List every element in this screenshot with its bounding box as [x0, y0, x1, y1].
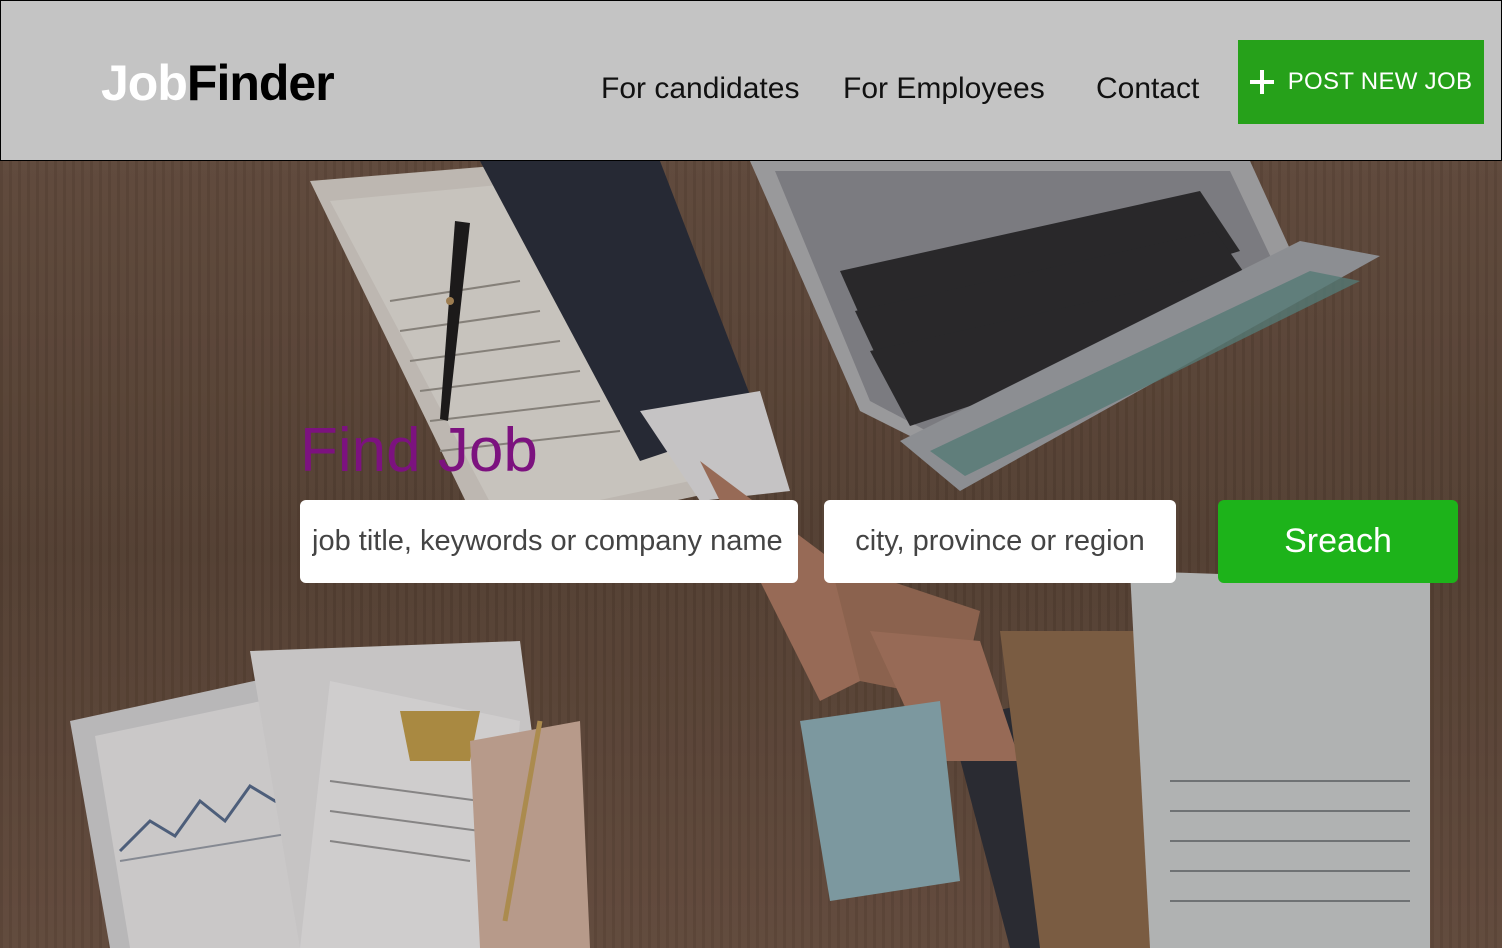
logo-finder-text: Finder	[186, 55, 335, 111]
nav-link-contact[interactable]: Contact	[1096, 71, 1199, 107]
hero-title: Find Job	[300, 416, 538, 485]
site-logo[interactable]: JobFinder	[101, 55, 335, 111]
hero-section: Find Job Sreach	[0, 161, 1502, 948]
nav-link-candidates[interactable]: For candidates	[601, 71, 799, 107]
site-header: JobFinder For candidates For Employees C…	[0, 0, 1502, 161]
post-new-job-label: POST NEW JOB	[1287, 68, 1473, 95]
search-button[interactable]: Sreach	[1218, 500, 1458, 583]
post-new-job-button[interactable]: POST NEW JOB	[1238, 40, 1484, 124]
location-search-input[interactable]	[824, 500, 1176, 583]
logo-job-text: Job	[101, 55, 188, 111]
plus-icon	[1249, 70, 1274, 94]
nav-link-employees[interactable]: For Employees	[843, 71, 1045, 107]
keyword-search-input[interactable]	[300, 500, 798, 583]
